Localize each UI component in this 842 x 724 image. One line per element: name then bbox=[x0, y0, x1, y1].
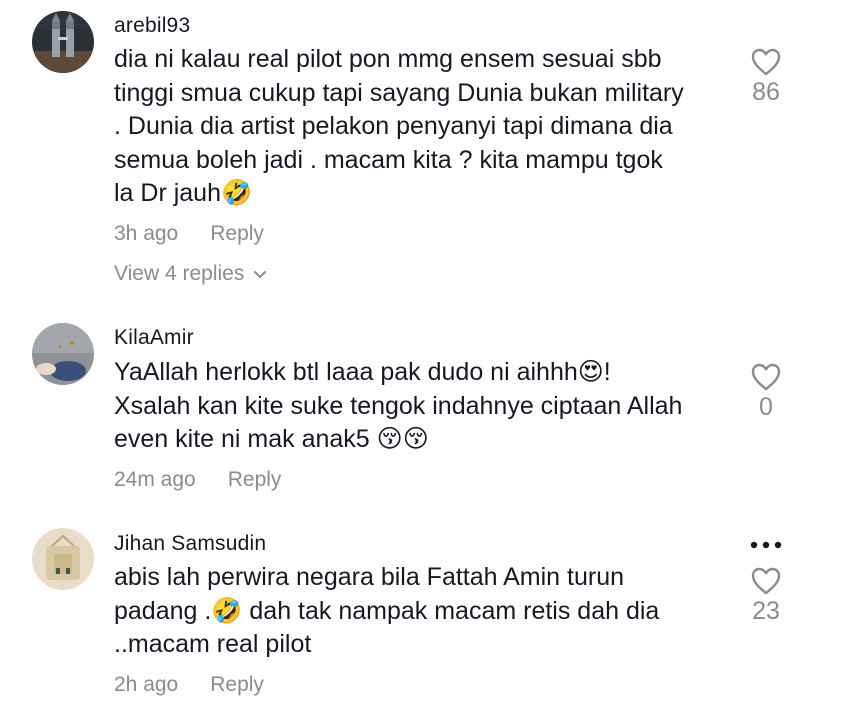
heart-outline-icon[interactable] bbox=[751, 567, 781, 595]
comment-timestamp: 2h ago bbox=[114, 673, 179, 696]
comment-meta: 2h ago Reply bbox=[114, 673, 264, 697]
more-horizontal-icon[interactable] bbox=[748, 538, 784, 552]
comment-text: YaAllah herlokk btl laaa pak dudo ni aih… bbox=[114, 358, 683, 453]
view-replies-button[interactable]: View 4 replies bbox=[114, 262, 268, 286]
reply-button[interactable]: Reply bbox=[210, 673, 264, 697]
comment-username[interactable]: KilaAmir bbox=[114, 326, 194, 350]
comment-timestamp: 3h ago bbox=[114, 222, 179, 245]
chevron-down-icon bbox=[254, 271, 267, 278]
view-replies-label: View 4 replies bbox=[114, 262, 245, 285]
comment-username[interactable]: Jihan Samsudin bbox=[114, 532, 266, 556]
comment-list: arebil93 dia ni kalau real pilot pon mmg… bbox=[0, 0, 842, 724]
like-control: 0 bbox=[740, 363, 792, 422]
like-count: 23 bbox=[752, 597, 780, 625]
comment-meta: 3h ago Reply bbox=[114, 222, 264, 246]
reply-button[interactable]: Reply bbox=[210, 222, 264, 246]
avatar[interactable] bbox=[32, 528, 94, 590]
heart-outline-icon[interactable] bbox=[751, 48, 781, 76]
like-count: 0 bbox=[759, 393, 773, 421]
heart-outline-icon[interactable] bbox=[751, 363, 781, 391]
comment-text: abis lah perwira negara bila Fattah Amin… bbox=[114, 563, 660, 658]
comment-meta: 24m ago Reply bbox=[114, 468, 281, 492]
reply-button[interactable]: Reply bbox=[228, 468, 282, 492]
avatar[interactable] bbox=[32, 11, 94, 73]
comment-timestamp: 24m ago bbox=[114, 468, 196, 491]
like-count: 86 bbox=[752, 78, 780, 106]
avatar[interactable] bbox=[32, 323, 94, 385]
like-control: 86 bbox=[740, 48, 792, 107]
comment-text: dia ni kalau real pilot pon mmg ensem se… bbox=[114, 45, 684, 207]
comment-username[interactable]: arebil93 bbox=[114, 14, 190, 38]
like-control: 23 bbox=[740, 567, 792, 626]
